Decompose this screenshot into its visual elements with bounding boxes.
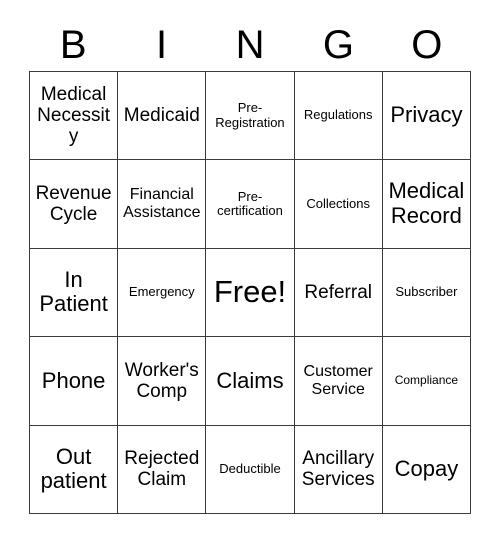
bingo-card: B I N G O Medical Necessity Medicaid Pre… [0,0,500,544]
bingo-cell-label: Medicaid [123,105,200,127]
bingo-cell-label: Free! [213,274,287,310]
bingo-cell-r4c4[interactable]: Customer Service [294,337,383,426]
bingo-cell-r2c5[interactable]: Medical Record [382,160,471,249]
bingo-cell-r1c2[interactable]: Medicaid [118,72,207,161]
bingo-cell-r3c4[interactable]: Referral [294,248,383,338]
bingo-cell-r1c3[interactable]: Pre- Registration [206,72,295,161]
bingo-cell-free-space[interactable]: Free! [206,248,295,338]
bingo-cell-r1c5[interactable]: Privacy [382,72,471,161]
bingo-cell-label: Financial Assistance [123,186,201,222]
bingo-cell-label: Medical Record [388,178,465,229]
bingo-cell-r3c5[interactable]: Subscriber [382,248,471,338]
bingo-cell-r4c2[interactable]: Worker's Comp [118,337,207,426]
bingo-cell-label: Deductible [219,461,281,477]
bingo-cell-label: Subscriber [395,284,458,300]
bingo-cell-r2c3[interactable]: Pre- certification [206,160,295,249]
bingo-cell-r2c2[interactable]: Financial Assistance [118,160,207,249]
bingo-cell-label: Emergency [128,284,195,300]
bingo-cell-label: Medical Necessity [37,83,111,148]
bingo-cell-r4c5[interactable]: Compliance [382,337,471,426]
bingo-header-letter-b: B [59,23,87,67]
bingo-cell-label: Ancillary Services [301,448,375,491]
bingo-grid: Medical Necessity Medicaid Pre- Registra… [29,71,471,514]
bingo-cell-r5c1[interactable]: Out patient [30,425,119,514]
bingo-header: B I N G O [29,22,471,68]
bingo-cell-label: Pre- Registration [215,100,285,130]
bingo-cell-label: Claims [216,367,284,393]
bingo-header-letter-g: G [322,23,354,67]
bingo-cell-label: In Patient [39,266,108,317]
bingo-cell-r1c4[interactable]: Regulations [294,72,383,161]
bingo-header-letter-i: I [156,23,168,67]
bingo-cell-r5c2[interactable]: Rejected Claim [118,425,207,514]
bingo-cell-label: Privacy [390,102,463,128]
bingo-cell-r3c1[interactable]: In Patient [30,248,119,338]
bingo-header-letter-o: O [411,23,443,67]
bingo-cell-label: Copay [394,455,459,481]
bingo-cell-label: Worker's Comp [124,359,199,402]
bingo-cell-label: Regulations [303,107,373,123]
bingo-cell-r4c3[interactable]: Claims [206,337,295,426]
bingo-cell-r5c5[interactable]: Copay [382,425,471,514]
bingo-cell-r2c4[interactable]: Collections [294,160,383,249]
bingo-cell-r3c2[interactable]: Emergency [118,248,207,338]
bingo-cell-r5c3[interactable]: Deductible [206,425,295,514]
bingo-cell-label: Compliance [394,373,459,388]
bingo-cell-r5c4[interactable]: Ancillary Services [294,425,383,514]
bingo-cell-label: Referral [304,281,372,303]
bingo-cell-r1c1[interactable]: Medical Necessity [30,72,119,161]
bingo-cell-label: Collections [306,195,370,211]
bingo-cell-label: Phone [41,367,106,393]
bingo-cell-r2c1[interactable]: Revenue Cycle [30,160,119,249]
bingo-cell-label: Customer Service [303,362,373,398]
bingo-header-letter-n: N [235,23,265,67]
bingo-cell-r4c1[interactable]: Phone [30,337,119,426]
bingo-cell-label: Revenue Cycle [35,182,112,226]
bingo-cell-label: Out patient [40,443,107,494]
bingo-cell-label: Rejected Claim [124,448,200,491]
bingo-cell-label: Pre- certification [217,188,283,219]
